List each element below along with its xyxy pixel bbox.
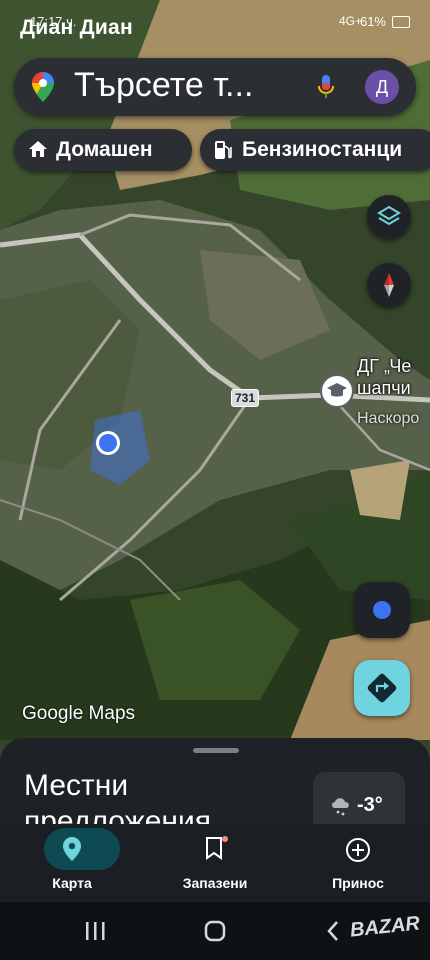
battery-percent: 61% xyxy=(359,14,386,29)
sheet-drag-handle[interactable] xyxy=(193,748,239,753)
nav-explore-active-indicator xyxy=(44,828,120,870)
nav-explore[interactable]: Карта xyxy=(12,824,132,902)
road-number-label: 731 xyxy=(231,389,260,407)
status-bar: 17:17 ч. Диан Диан 4G+ 61% xyxy=(0,0,430,44)
bottom-navigation: Карта Запазени Принос xyxy=(0,824,430,902)
my-location-button[interactable] xyxy=(354,582,410,638)
compass-button[interactable] xyxy=(367,263,411,307)
gas-station-icon xyxy=(215,141,232,159)
chip-gas-stations-label: Бензиностанци xyxy=(242,138,403,161)
weather-temperature: -3° xyxy=(357,794,383,816)
current-location-dot xyxy=(96,431,120,455)
home-system-icon[interactable] xyxy=(204,920,226,942)
compass-icon xyxy=(384,273,394,297)
local-suggestions-sheet[interactable]: Местни предложения -3° xyxy=(0,738,430,838)
explore-pin-icon xyxy=(63,837,81,861)
contact-name-overlay: Диан Диан xyxy=(20,16,134,39)
home-icon xyxy=(29,141,47,157)
layers-button[interactable] xyxy=(367,195,411,239)
add-circle-icon xyxy=(346,838,370,862)
layers-icon xyxy=(377,205,401,226)
recent-apps-icon[interactable] xyxy=(84,921,106,941)
google-maps-pin-icon xyxy=(32,72,54,102)
directions-button[interactable] xyxy=(354,660,410,716)
search-bar[interactable]: Търсете т... Д xyxy=(14,58,416,116)
cloud-snow-icon xyxy=(332,798,349,816)
bazar-watermark: BAZAR xyxy=(348,912,421,942)
chip-home-label: Домашен xyxy=(56,138,153,161)
battery-icon xyxy=(392,16,410,28)
nav-contribute[interactable]: Принос xyxy=(298,824,418,902)
nav-saved-label: Запазени xyxy=(182,875,248,891)
account-avatar[interactable]: Д xyxy=(365,70,399,104)
system-navigation-bar: BAZAR xyxy=(0,902,430,960)
school-poi-icon[interactable] xyxy=(320,374,354,408)
poi-title-line1[interactable]: ДГ „Че xyxy=(357,356,411,377)
chip-home[interactable]: Домашен xyxy=(14,129,192,171)
poi-subtitle: Наскоро xyxy=(357,410,420,427)
nav-saved[interactable]: Запазени xyxy=(155,824,275,902)
nav-explore-label: Карта xyxy=(52,875,92,891)
nav-contribute-label: Принос xyxy=(332,875,384,891)
mic-icon[interactable] xyxy=(318,75,334,99)
search-input[interactable]: Търсете т... xyxy=(74,66,319,105)
back-icon[interactable] xyxy=(326,920,340,942)
poi-title-line2[interactable]: шапчи xyxy=(357,378,411,399)
signal-indicator: 4G+ xyxy=(338,14,362,28)
chip-gas-stations[interactable]: Бензиностанци xyxy=(200,129,430,171)
directions-icon xyxy=(367,673,397,703)
bookmark-icon xyxy=(206,836,228,860)
my-location-icon xyxy=(373,601,391,619)
google-maps-attribution: Google Maps xyxy=(22,703,136,724)
